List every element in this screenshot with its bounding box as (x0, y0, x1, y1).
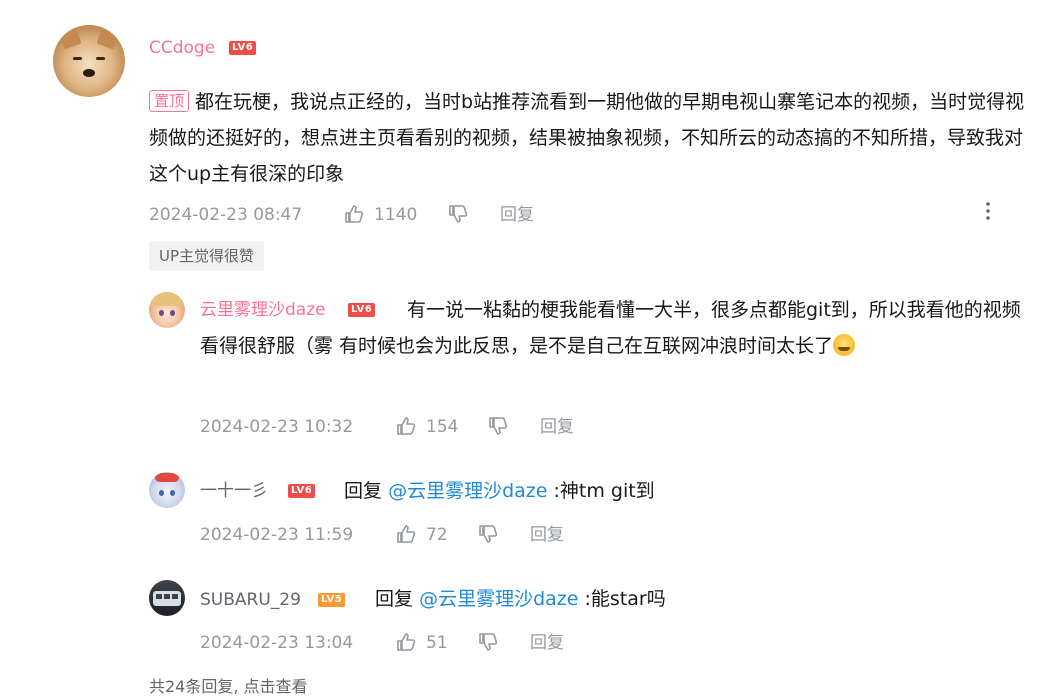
reply-time: 2024-02-23 10:32 (200, 417, 354, 437)
reply-text: 有一说一粘黏的梗我能看懂一大半，很多点都能git到，所以我看他的视频看得很舒服（… (200, 292, 1030, 364)
reply-text: 回复 @云里雾理沙daze :能star吗 (375, 581, 666, 617)
more-vertical-icon[interactable] (982, 200, 994, 222)
reply-button[interactable]: 回复 (500, 204, 534, 226)
thumbs-down-icon[interactable] (478, 524, 498, 544)
see-all-replies-link[interactable]: 共24条回复, 点击查看 (149, 676, 308, 698)
thumbs-up-icon[interactable] (396, 632, 416, 652)
avatar[interactable] (149, 472, 185, 508)
avatar[interactable] (149, 580, 185, 616)
reply-body: 有一说一粘黏的梗我能看懂一大半，很多点都能git到，所以我看他的视频看得很舒服（… (200, 299, 1021, 357)
thumbs-down-icon[interactable] (488, 416, 508, 436)
emoji-icon (833, 334, 856, 356)
reply-time: 2024-02-23 11:59 (200, 525, 354, 545)
pinned-badge: 置顶 (149, 90, 190, 112)
avatar[interactable] (149, 292, 185, 328)
reply-time: 2024-02-23 13:04 (200, 633, 354, 653)
username[interactable]: 一十一彡 (200, 480, 268, 502)
thumbs-up-icon[interactable] (396, 524, 416, 544)
comment-body: 都在玩梗，我说点正经的，当时b站推荐流看到一期他做的早期电视山寨笔记本的视频，当… (149, 91, 1025, 185)
reply-prefix: 回复 (375, 588, 414, 610)
username[interactable]: SUBARU_29 (200, 589, 301, 611)
mention-link[interactable]: @云里雾理沙daze (388, 480, 547, 502)
up-liked-tag: UP主觉得很赞 (149, 241, 265, 271)
comment-text: 置顶 都在玩梗，我说点正经的，当时b站推荐流看到一期他做的早期电视山寨笔记本的视频… (149, 84, 1029, 192)
thumbs-down-icon[interactable] (448, 204, 468, 224)
reply-text: 回复 @云里雾理沙daze :神tm git到 (344, 473, 655, 509)
level-badge: LV6 (229, 41, 257, 55)
reply-prefix: 回复 (344, 480, 383, 502)
mention-link[interactable]: @云里雾理沙daze (419, 588, 578, 610)
thumbs-up-icon[interactable] (344, 204, 364, 224)
reply-button[interactable]: 回复 (530, 524, 564, 546)
like-count: 154 (426, 417, 459, 437)
like-count: 1140 (374, 205, 418, 225)
comment-time: 2024-02-23 08:47 (149, 205, 303, 225)
username[interactable]: CCdoge (149, 37, 215, 59)
reply-button[interactable]: 回复 (530, 632, 564, 654)
avatar[interactable] (53, 25, 125, 97)
reply-body: :神tm git到 (553, 480, 655, 502)
level-badge: LV6 (288, 484, 316, 498)
thumbs-down-icon[interactable] (478, 632, 498, 652)
like-count: 51 (426, 633, 448, 653)
thumbs-up-icon[interactable] (396, 416, 416, 436)
like-count: 72 (426, 525, 448, 545)
reply-body: :能star吗 (584, 588, 666, 610)
reply-button[interactable]: 回复 (540, 416, 574, 438)
level-badge: LV5 (318, 593, 346, 607)
